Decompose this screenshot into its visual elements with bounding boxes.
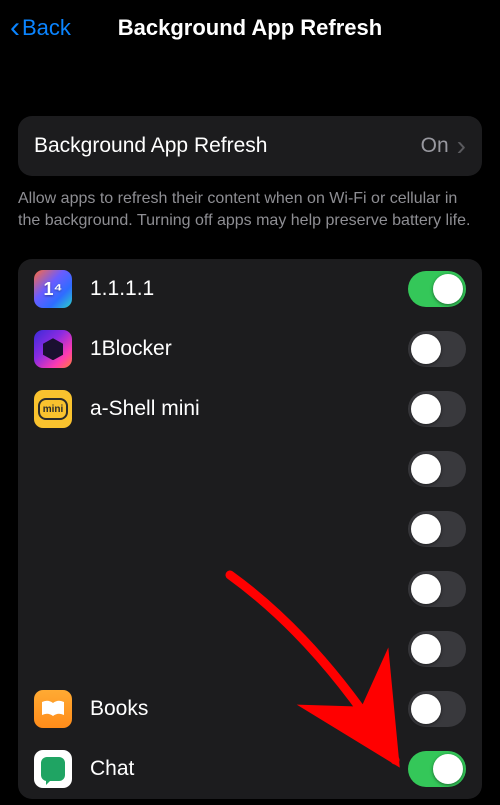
toggle-blank-2[interactable] [408,511,466,547]
app-label: 1.1.1.1 [90,277,408,301]
toggle-chat[interactable] [408,751,466,787]
chat-icon [34,750,72,788]
toggle-1blocker[interactable] [408,331,466,367]
app-row-1blocker: 1Blocker [18,319,482,379]
back-button[interactable]: ‹ Back [10,13,71,43]
app-list: 1⁴ 1.1.1.1 1Blocker mini a-Shell mini [18,259,482,799]
app-row-blank-4 [18,619,482,679]
chevron-right-icon: › [457,132,466,160]
app-row-ashell: mini a-Shell mini [18,379,482,439]
master-value-container: On › [421,132,466,160]
app-row-blank-1 [18,439,482,499]
cloudflare-icon: 1⁴ [34,270,72,308]
toggle-ashell[interactable] [408,391,466,427]
master-label: Background App Refresh [34,134,267,158]
app-row-books: Books [18,679,482,739]
app-label: 1Blocker [90,337,408,361]
chevron-left-icon: ‹ [10,13,20,43]
toggle-blank-3[interactable] [408,571,466,607]
toggle-1111[interactable] [408,271,466,307]
app-label: Books [90,697,408,721]
section-footer-text: Allow apps to refresh their content when… [0,176,500,231]
navigation-bar: ‹ Back Background App Refresh [0,0,500,56]
app-row-blank-2 [18,499,482,559]
app-row-blank-3 [18,559,482,619]
toggle-blank-1[interactable] [408,451,466,487]
toggle-books[interactable] [408,691,466,727]
background-app-refresh-master-row[interactable]: Background App Refresh On › [18,116,482,176]
app-row-1111: 1⁴ 1.1.1.1 [18,259,482,319]
app-label: a-Shell mini [90,397,408,421]
back-label: Back [22,15,71,41]
page-title: Background App Refresh [0,15,500,41]
books-icon [34,690,72,728]
app-row-chat: Chat [18,739,482,799]
master-value: On [421,134,449,158]
toggle-blank-4[interactable] [408,631,466,667]
1blocker-icon [34,330,72,368]
ashell-icon: mini [34,390,72,428]
app-label: Chat [90,757,408,781]
